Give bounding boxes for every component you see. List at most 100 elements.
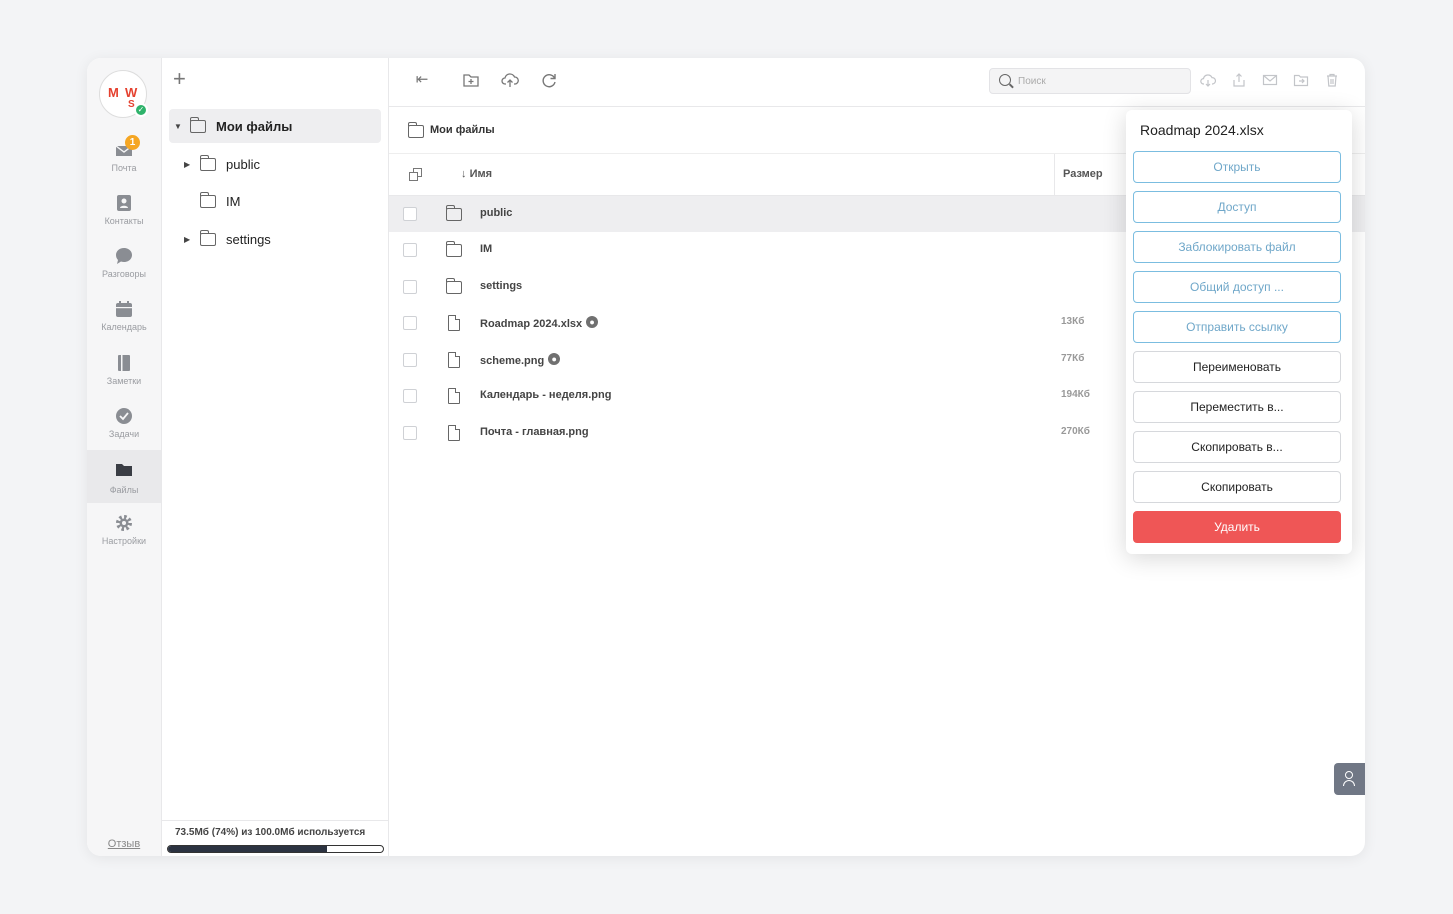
file-name: settings [480,280,523,292]
public-share-button[interactable]: Общий доступ ... [1133,271,1341,303]
move-to-folder-icon[interactable] [1293,72,1309,88]
nav-item-settings[interactable]: Настройки [87,508,161,561]
caret-right-icon[interactable]: ▶ [184,235,196,244]
copy-to-button[interactable]: Скопировать в... [1133,431,1341,463]
storage-quota: 73.5Мб (74%) из 100.0Мб используется [162,820,388,856]
file-name: IM [480,243,493,255]
user-panel-button[interactable] [1334,763,1365,795]
tree-item-root[interactable]: ▼ Мои файлы [169,109,381,143]
nav-item-chats[interactable]: Разговоры [87,241,161,294]
nav-item-contacts[interactable]: Контакты [87,188,161,241]
nav-rail: M W S ✓ 1 Почта Контакты Разговоры Кален… [87,58,162,856]
row-checkbox[interactable] [403,207,417,221]
collapse-left-icon[interactable]: ⇤ [413,71,431,89]
open-button[interactable]: Открыть [1133,151,1341,183]
trash-icon[interactable] [1324,72,1340,88]
nav-label: Контакты [104,216,144,226]
row-checkbox[interactable] [403,426,417,440]
nav-item-mail[interactable]: 1 Почта [87,135,161,188]
folder-icon [446,205,462,221]
row-checkbox[interactable] [403,389,417,403]
download-cloud-icon[interactable] [1200,72,1216,88]
mail-badge: 1 [125,135,140,150]
new-folder-icon[interactable] [462,71,480,89]
row-checkbox[interactable] [403,353,417,367]
gear-icon [116,515,132,531]
search-box[interactable] [989,68,1191,94]
file-name: Почта - главная.png [480,426,589,438]
nav-item-tasks[interactable]: Задачи [87,401,161,454]
caret-right-icon[interactable]: ▶ [184,160,196,169]
tasks-icon [116,408,132,424]
column-header-size[interactable]: Размер [1063,168,1103,180]
folder-icon [190,116,206,133]
search-icon [999,74,1011,86]
copy-button[interactable]: Скопировать [1133,471,1341,503]
file-name: scheme.png [480,355,545,367]
select-all-icon[interactable] [409,168,422,181]
globe-icon: ● [586,316,599,328]
calendar-icon [116,301,132,317]
refresh-icon[interactable] [540,71,558,89]
column-divider [1054,154,1055,196]
delete-button[interactable]: Удалить [1133,511,1341,543]
nav-label: Календарь [101,322,147,332]
tree-item-settings[interactable]: ▶ settings [184,222,271,256]
nav-item-notes[interactable]: Заметки [87,348,161,401]
file-icon [448,388,460,404]
nav-label: Файлы [109,485,139,495]
contacts-icon [117,195,131,211]
avatar-initial-m: M [108,85,119,100]
folder-icon [446,241,462,257]
nav-label: Почта [111,163,137,173]
file-name-wrap: Roadmap 2024.xlsx ● [480,316,599,330]
row-checkbox[interactable] [403,316,417,330]
file-icon [448,315,460,331]
file-icon [448,352,460,368]
nav-label: Разговоры [102,269,146,279]
folder-tree: + ▼ Мои файлы ▶ public IM ▶ settings 73.… [162,58,389,856]
feedback-link[interactable]: Отзыв [87,838,161,850]
file-name: public [480,207,513,219]
avatar[interactable]: M W S ✓ [99,70,148,118]
rename-button[interactable]: Переименовать [1133,351,1341,383]
quota-bar-fill [168,846,328,852]
tree-item-label: public [226,156,260,172]
nav-item-files[interactable]: Файлы [87,450,161,503]
nav-label: Настройки [101,536,147,546]
upload-cloud-icon[interactable] [501,71,519,89]
folder-icon [408,122,424,138]
breadcrumb-current[interactable]: Мои файлы [430,124,495,136]
nav-item-calendar[interactable]: Календарь [87,294,161,347]
nav-label: Заметки [106,376,142,386]
folder-icon [200,191,216,208]
search-input[interactable] [1018,72,1178,90]
access-button[interactable]: Доступ [1133,191,1341,223]
file-name-wrap: scheme.png ● [480,353,561,367]
mail-icon[interactable] [1262,72,1278,88]
quota-bar [167,845,384,853]
tree-item-label: Мои файлы [216,118,293,134]
add-icon[interactable]: + [173,68,186,90]
send-link-button[interactable]: Отправить ссылку [1133,311,1341,343]
context-menu: Roadmap 2024.xlsx Открыть Доступ Заблоки… [1126,110,1352,554]
menu-title: Roadmap 2024.xlsx [1140,122,1264,138]
folder-icon [200,154,216,171]
tree-item-im[interactable]: IM [184,184,240,218]
lock-file-button[interactable]: Заблокировать файл [1133,231,1341,263]
file-name: Календарь - неделя.png [480,389,612,401]
row-checkbox[interactable] [403,243,417,257]
move-to-button[interactable]: Переместить в... [1133,391,1341,423]
nav-label: Задачи [108,429,140,439]
tree-item-public[interactable]: ▶ public [184,147,260,181]
tree-item-label: IM [226,193,241,209]
file-icon [448,425,460,441]
globe-icon: ● [548,353,561,365]
caret-down-icon[interactable]: ▼ [174,122,186,131]
column-header-name[interactable]: ↓ Имя [461,168,492,180]
share-icon[interactable] [1231,72,1247,88]
chat-icon [116,248,132,264]
tree-item-label: settings [226,231,271,247]
avatar-initial-w: W [125,85,138,100]
row-checkbox[interactable] [403,280,417,294]
